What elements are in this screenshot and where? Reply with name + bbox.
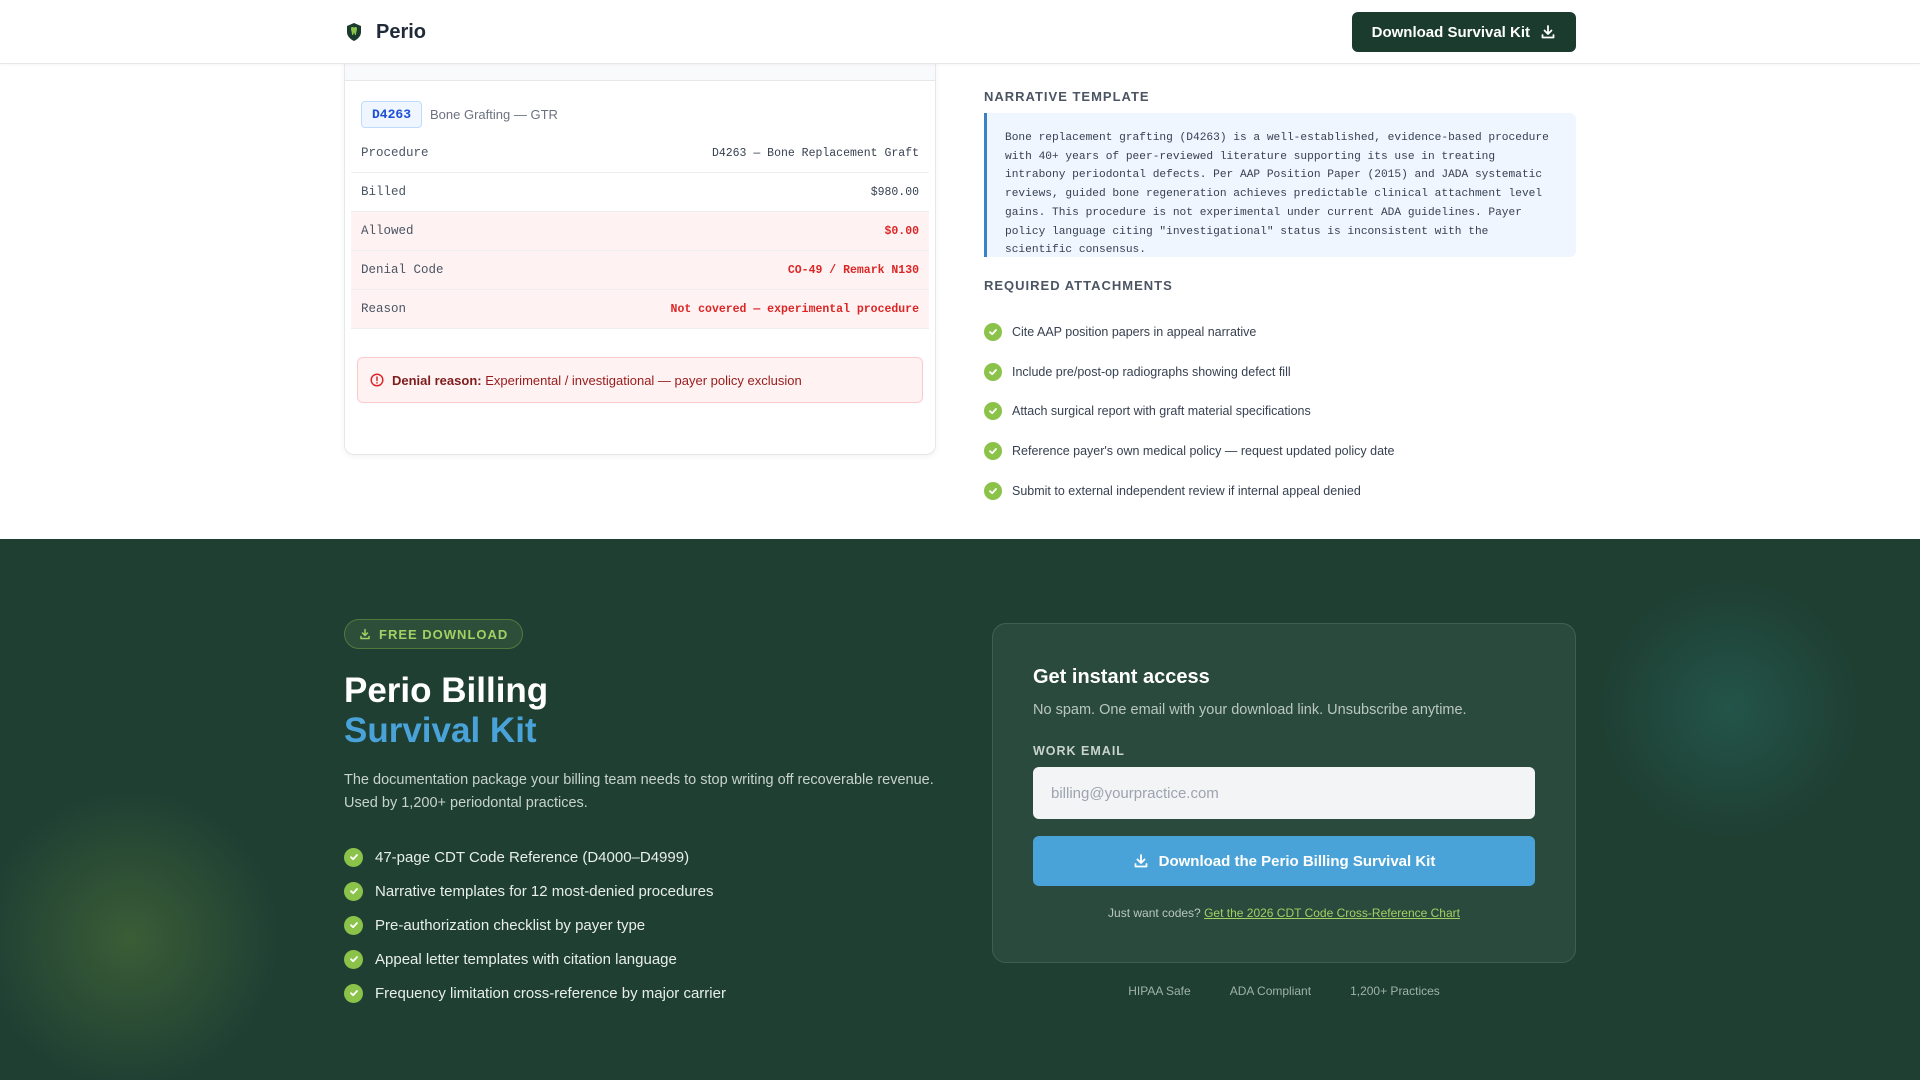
denial-reason-text: Denial reason: Experimental / investigat… [392, 373, 802, 388]
procedure-code-badge: D4263 [361, 101, 423, 128]
download-icon [1541, 25, 1555, 39]
attachment-text: Cite AAP position papers in appeal narra… [1012, 324, 1257, 339]
feature-text: Frequency limitation cross-reference by … [375, 984, 726, 1002]
download-kit-button-label: Download the Perio Billing Survival Kit [1158, 852, 1436, 870]
survival-kit-section: FREE DOWNLOAD Perio Billing Survival Kit… [0, 539, 1920, 1080]
list-item: Include pre/post-op radiographs showing … [984, 352, 1394, 392]
feature-text: Pre-authorization checklist by payer typ… [375, 916, 646, 934]
promo-description: The documentation package your billing t… [344, 772, 934, 811]
work-email-input[interactable] [1033, 767, 1535, 819]
list-item: Pre-authorization checklist by payer typ… [344, 908, 726, 942]
list-item: Attach surgical report with graft materi… [984, 391, 1394, 431]
check-icon [344, 915, 363, 935]
feature-text: 47-page CDT Code Reference (D4000–D4999) [375, 848, 690, 866]
check-icon [984, 322, 1002, 341]
download-survival-kit-button[interactable]: Download Survival Kit [1351, 12, 1576, 52]
denial-reason-prefix: Denial reason: [392, 372, 482, 388]
brand-name: Perio [376, 20, 427, 43]
alert-circle-icon [370, 373, 384, 387]
free-download-label: FREE DOWNLOAD [379, 626, 509, 642]
claim-row-value: $0.00 [884, 224, 919, 238]
list-item: Appeal letter templates with citation la… [344, 942, 726, 976]
denial-reason-detail: Experimental / investigational — payer p… [485, 372, 802, 388]
feature-text: Appeal letter templates with citation la… [375, 950, 677, 968]
check-icon [344, 949, 363, 969]
download-icon [1134, 854, 1148, 868]
trust-badge-practices: 1,200+ Practices [1350, 984, 1440, 998]
background-glow [1600, 579, 1860, 839]
claim-row-value: Not covered — experimental procedure [670, 302, 919, 316]
list-item: 47-page CDT Code Reference (D4000–D4999) [344, 840, 726, 874]
claim-row-value: CO-49 / Remark N130 [787, 263, 919, 277]
alternate-offer: Just want codes? Get the 2026 CDT Code C… [993, 906, 1575, 920]
download-icon [360, 628, 370, 640]
claim-row-procedure: Procedure D4263 — Bone Replacement Graft [351, 134, 929, 173]
claim-row-label: Denial Code [361, 263, 444, 277]
access-title: Get instant access [1033, 666, 1210, 688]
navbar-inner: Perio Download Survival Kit [344, 0, 1576, 64]
list-item: Frequency limitation cross-reference by … [344, 976, 726, 1010]
access-subtitle: No spam. One email with your download li… [1033, 702, 1467, 718]
list-item: Reference payer's own medical policy — r… [984, 431, 1394, 471]
promo-title-line1: Perio Billing [344, 671, 549, 710]
tooth-shield-icon [347, 23, 361, 41]
claim-row-value: $980.00 [870, 185, 919, 199]
claim-row-value: D4263 — Bone Replacement Graft [711, 146, 919, 160]
free-download-badge: FREE DOWNLOAD [344, 619, 524, 649]
claim-row-label: Allowed [361, 224, 414, 238]
promo-title: Perio Billing Survival Kit [344, 671, 548, 751]
check-icon [984, 481, 1002, 500]
narrative-template-text: Bone replacement grafting (D4263) is a w… [984, 113, 1576, 257]
procedure-code-description: Bone Grafting — GTR [430, 107, 558, 122]
check-icon [984, 362, 1002, 381]
narrative-template-heading: Narrative Template [984, 89, 1150, 104]
check-icon [984, 402, 1002, 421]
claim-row-reason: Reason Not covered — experimental proced… [351, 290, 929, 329]
access-form-card: Get instant access No spam. One email wi… [992, 623, 1576, 963]
attachment-text: Reference payer's own medical policy — r… [1012, 443, 1395, 458]
list-item: Narrative templates for 12 most-denied p… [344, 874, 726, 908]
feature-text: Narrative templates for 12 most-denied p… [375, 882, 714, 900]
procedure-code-row: D4263 Bone Grafting — GTR [361, 101, 558, 128]
check-icon [344, 847, 363, 867]
trust-badge-ada: ADA Compliant [1229, 984, 1312, 998]
promo-title-line2: Survival Kit [344, 711, 537, 750]
required-attachments-list: Cite AAP position papers in appeal narra… [984, 312, 1394, 510]
claim-row-allowed: Allowed $0.00 [351, 212, 929, 251]
background-glow [0, 789, 280, 1080]
trust-badge-hipaa: HIPAA Safe [1128, 984, 1191, 998]
denial-example-section: D4263 Bone Grafting — GTR Procedure D426… [0, 24, 1920, 539]
claim-card: D4263 Bone Grafting — GTR Procedure D426… [344, 24, 936, 455]
top-navbar: Perio Download Survival Kit [0, 0, 1920, 64]
brand[interactable]: Perio [344, 21, 426, 44]
attachment-text: Include pre/post-op radiographs showing … [1012, 364, 1291, 379]
claim-row-billed: Billed $980.00 [351, 173, 929, 212]
download-kit-button[interactable]: Download the Perio Billing Survival Kit [1033, 836, 1535, 886]
trust-badges: HIPAA Safe ADA Compliant 1,200+ Practice… [992, 984, 1576, 998]
denial-reason-alert: Denial reason: Experimental / investigat… [357, 357, 923, 403]
claim-table: Procedure D4263 — Bone Replacement Graft… [351, 134, 929, 329]
required-attachments-heading: Required Attachments [984, 278, 1173, 293]
attachment-text: Attach surgical report with graft materi… [1012, 404, 1311, 419]
cdt-chart-link[interactable]: Get the 2026 CDT Code Cross-Reference Ch… [1204, 906, 1460, 920]
check-icon [984, 441, 1002, 460]
check-icon [344, 881, 363, 901]
claim-row-denial-code: Denial Code CO-49 / Remark N130 [351, 251, 929, 290]
alternate-offer-prefix: Just want codes? [1108, 906, 1201, 920]
list-item: Cite AAP position papers in appeal narra… [984, 312, 1394, 352]
list-item: Submit to external independent review if… [984, 471, 1394, 511]
feature-list: 47-page CDT Code Reference (D4000–D4999)… [344, 840, 726, 1010]
claim-row-label: Reason [361, 302, 407, 316]
claim-row-label: Billed [361, 185, 407, 199]
check-icon [344, 983, 363, 1003]
claim-row-label: Procedure [361, 146, 429, 160]
attachment-text: Submit to external independent review if… [1012, 483, 1361, 498]
download-survival-kit-label: Download Survival Kit [1371, 23, 1530, 41]
work-email-label: WORK EMAIL [1033, 744, 1125, 758]
